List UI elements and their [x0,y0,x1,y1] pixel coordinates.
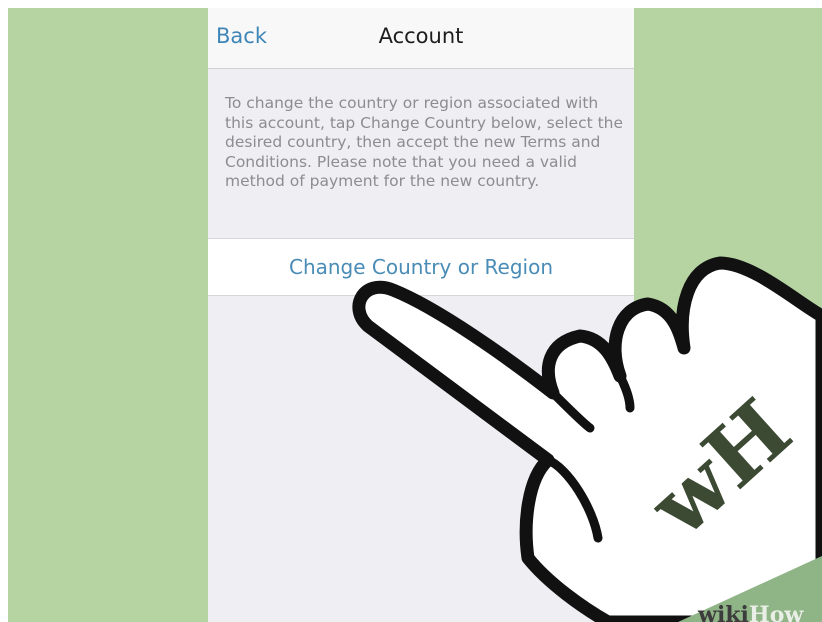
wikihow-wordmark: wikiHow [698,602,803,622]
wikihow-logo-icon: wH [630,380,810,556]
wikihow-how: How [748,602,804,622]
watermark-monogram: wH [630,380,810,556]
illustration-frame: Back Account To change the country or re… [8,8,822,622]
wikihow-wiki: wiki [698,602,749,622]
